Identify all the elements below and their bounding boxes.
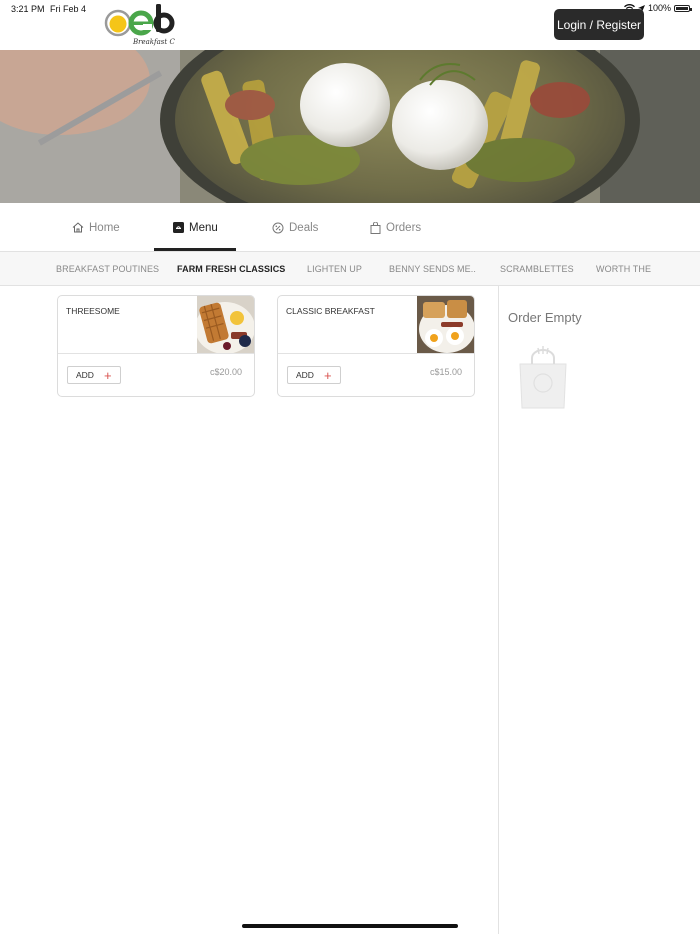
category-breakfast-poutines[interactable]: BREAKFAST POUTINES [56,264,159,274]
category-worth-the[interactable]: WORTH THE [596,264,651,274]
tab-menu[interactable]: Menu [173,203,218,252]
plus-icon: + [323,367,332,383]
category-lighten-up[interactable]: LIGHTEN UP [307,264,362,274]
empty-bag-icon [519,346,567,409]
active-tab-indicator [154,248,236,251]
tab-orders[interactable]: Orders [370,203,421,252]
menu-icon [173,222,184,233]
menu-item-card[interactable]: THREESOME ADD + c$20.00 [57,295,255,397]
home-icon [72,222,84,233]
tab-menu-label: Menu [189,221,218,234]
add-button-label: ADD [76,370,94,380]
category-scramblettes[interactable]: SCRAMBLETTES [500,264,574,274]
add-to-order-button[interactable]: ADD + [67,366,121,384]
hero-banner [0,50,700,203]
add-to-order-button[interactable]: ADD + [287,366,341,384]
category-farm-fresh-classics[interactable]: FARM FRESH CLASSICS [177,264,285,274]
login-register-button[interactable]: Login / Register [554,9,644,40]
plus-icon: + [103,367,112,383]
tab-deals-label: Deals [289,221,319,234]
tab-home-label: Home [89,221,120,234]
menu-item-price: c$15.00 [429,367,462,377]
add-button-label: ADD [296,370,314,380]
menu-item-image [197,296,254,353]
menu-item-name: CLASSIC BREAKFAST [286,306,375,316]
menu-item-price: c$20.00 [209,367,242,377]
menu-item-image [417,296,474,353]
tab-deals[interactable]: Deals [272,203,318,252]
main-nav: Home Menu Deals Orders [0,203,700,252]
order-empty-label: Order Empty [508,310,582,325]
card-divider [278,353,474,354]
bag-icon [370,221,381,234]
home-indicator [242,924,458,928]
header: Breakfast Co. Login / Register [0,0,700,50]
category-benny-sends-me[interactable]: BENNY SENDS ME.. [389,264,476,274]
hero-food-image [0,50,700,203]
deals-icon [272,222,284,233]
card-divider [58,353,254,354]
category-bar[interactable]: BREAKFAST POUTINES FARM FRESH CLASSICS L… [0,252,700,286]
menu-item-name: THREESOME [66,306,120,316]
order-sidebar: Order Empty [498,286,700,934]
svg-text:Breakfast Co.: Breakfast Co. [132,38,175,46]
brand-logo[interactable]: Breakfast Co. [103,2,175,48]
tab-orders-label: Orders [386,221,422,234]
menu-item-card[interactable]: CLASSIC BREAKFAST ADD + c$15.00 [277,295,475,397]
tab-home[interactable]: Home [72,203,120,252]
